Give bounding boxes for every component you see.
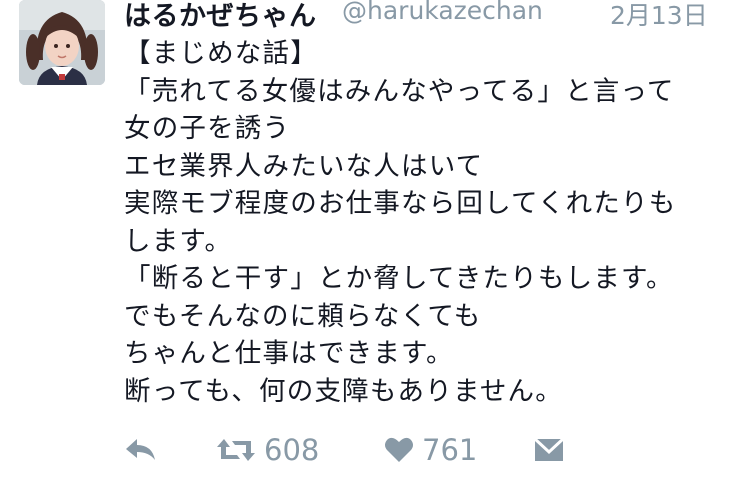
retweet-icon bbox=[217, 439, 255, 461]
retweet-count: 608 bbox=[264, 433, 320, 467]
tweet-text-line: 実際モブ程度のお仕事なら回してくれたりも bbox=[124, 188, 677, 219]
tweet-text-line: 女の子を誘う bbox=[124, 113, 291, 144]
tweet-text-line: 【まじめな話】 bbox=[124, 38, 318, 69]
avatar[interactable] bbox=[19, 0, 105, 85]
like-count: 761 bbox=[422, 433, 478, 467]
reply-icon bbox=[126, 439, 155, 460]
tweet-text-line: 「断ると干す」とか脅してきたりもします。 bbox=[124, 263, 674, 294]
user-handle[interactable]: @harukazechan bbox=[342, 0, 543, 25]
tweet-text-line: します。 bbox=[124, 225, 233, 257]
direct-message-button[interactable] bbox=[534, 428, 564, 472]
heart-icon bbox=[385, 437, 413, 462]
tweet-text-line: ちゃんと仕事はできます。 bbox=[124, 338, 454, 369]
avatar-photo bbox=[19, 0, 105, 85]
tweet: はるかぜちゃん @harukazechan 2月13日 【まじめな話】 「売れて… bbox=[0, 0, 750, 481]
envelope-icon bbox=[534, 437, 564, 461]
retweet-button[interactable]: 608 bbox=[216, 428, 319, 472]
display-name[interactable]: はるかぜちゃん bbox=[124, 0, 317, 33]
tweet-actions: 608 761 bbox=[124, 428, 744, 472]
tweet-text-line: 断っても、何の支障もありません。 bbox=[124, 375, 563, 407]
tweet-text: 【まじめな話】 「売れてる女優はみんなやってる」と言って 女の子を誘う エセ業界… bbox=[124, 35, 744, 410]
tweet-date[interactable]: 2月13日 bbox=[610, 0, 708, 32]
tweet-header: はるかぜちゃん @harukazechan 2月13日 bbox=[124, 0, 750, 33]
tweet-text-line: 「売れてる女優はみんなやってる」と言って bbox=[124, 75, 675, 107]
reply-button[interactable] bbox=[124, 428, 158, 472]
tweet-text-line: エセ業界人みたいな人はいて bbox=[124, 150, 484, 182]
like-button[interactable]: 761 bbox=[384, 428, 477, 472]
tweet-text-line: でもそんなのに頼らなくても bbox=[124, 300, 482, 332]
